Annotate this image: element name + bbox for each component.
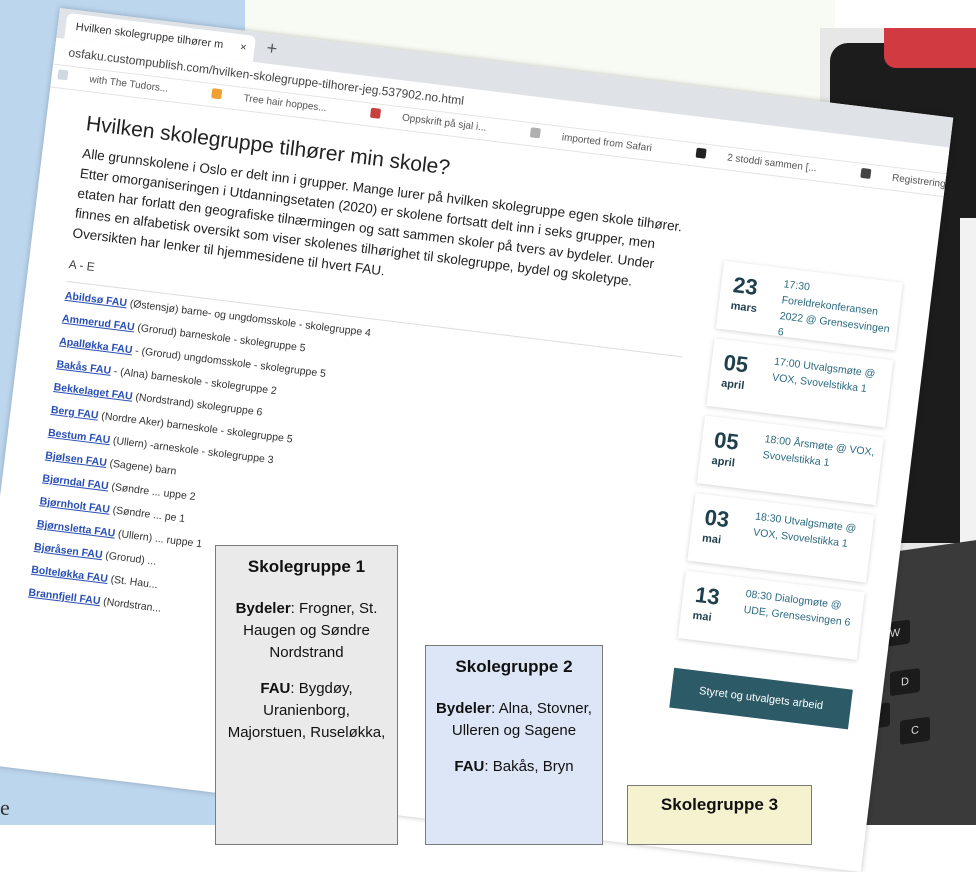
group-fau: FAU: Bakås, Bryn	[454, 758, 574, 775]
school-fau-link[interactable]: Abildsø FAU	[64, 290, 127, 310]
school-fau-link[interactable]: Bolteløkka FAU	[31, 564, 109, 585]
event-day: 03	[703, 504, 731, 533]
bookmark-icon	[529, 127, 541, 139]
event-day: 13	[693, 581, 722, 610]
bookmark-icon	[211, 88, 223, 100]
bookmark-label: 2 stoddi sammen [...	[726, 152, 818, 175]
event-month: mai	[691, 609, 713, 624]
school-fau-link[interactable]: Bestum FAU	[47, 427, 110, 447]
school-fau-link[interactable]: Bakås FAU	[56, 358, 112, 377]
group-bydeler: Bydeler: Frogner, St. Haugen og Søndre N…	[235, 600, 378, 661]
page-content: Hvilken skolegruppe tilhører min skole? …	[0, 87, 944, 730]
school-fau-link[interactable]: Bjøråsen FAU	[33, 541, 103, 561]
group-bydeler: Bydeler: Alna, Stovner, Ulleren og Sagen…	[436, 700, 592, 739]
event-day: 05	[722, 349, 750, 378]
school-fau-link[interactable]: Bjølsen FAU	[45, 450, 108, 469]
school-fau-link[interactable]: Bjørndal FAU	[42, 472, 109, 492]
event-day: 23	[731, 272, 760, 301]
school-fau-link[interactable]: Berg FAU	[50, 404, 99, 422]
bookmark-label: Registrering for n...	[891, 172, 953, 194]
event-text: 17:30 Foreldrekonferansen 2022 @ Grenses…	[777, 278, 891, 339]
school-fau-link[interactable]: Ammerud FAU	[61, 313, 135, 334]
group-title: Skolegruppe 1	[247, 557, 366, 576]
event-month: mars	[729, 300, 758, 316]
school-fau-link[interactable]: Bekkelaget FAU	[53, 381, 133, 403]
event-text: 17:00 Utvalgsmøte @ VOX, Svovelstikka 1	[771, 355, 876, 396]
event-card[interactable]: 05 april 18:00 Årsmøte @ VOX, Svovelstikka…	[696, 415, 884, 506]
group-title: Skolegruppe 3	[660, 795, 779, 814]
school-fau-link[interactable]: Apalløkka FAU	[59, 335, 133, 356]
school-fau-link[interactable]: Bjørnholt FAU	[39, 495, 111, 516]
school-fau-link[interactable]: Bjørnsletta FAU	[36, 518, 116, 540]
skolegruppe-3-box: Skolegruppe 3	[627, 785, 812, 845]
school-details: (Søndre ... uppe 2	[107, 480, 197, 504]
laptop-red-sticker	[884, 28, 976, 68]
bookmark-icon	[57, 69, 69, 81]
key: C	[900, 716, 930, 745]
board-work-button[interactable]: Styret og utvalgets arbeid	[669, 667, 853, 730]
event-month: april	[720, 377, 745, 393]
event-day: 05	[712, 427, 741, 455]
edge-letter: e	[0, 795, 10, 820]
skolegruppe-1-box: Skolegruppe 1 Bydeler: Frogner, St. Haug…	[215, 545, 398, 845]
bookmark-label: with The Tudors...	[88, 74, 169, 95]
school-details: (Sagene) barn	[105, 457, 177, 478]
new-tab-button[interactable]: +	[265, 38, 279, 60]
bookmark-icon	[859, 167, 871, 179]
school-details: (Grorud) ...	[101, 549, 158, 568]
laptop-screen	[960, 218, 976, 548]
event-text: 18:00 Årsmøte @ VOX, Svovelstikka 1	[762, 433, 876, 470]
school-details: (Søndre ... pe 1	[109, 503, 186, 526]
event-card[interactable]: 13 mai 08:30 Dialogmøte @ UDE, Grensesving…	[677, 570, 865, 660]
event-month: mai	[701, 532, 722, 547]
school-details: (Ullern) ... ruppe 1	[114, 527, 203, 551]
skolegruppe-2-box: Skolegruppe 2 Bydeler: Alna, Stovner, Ul…	[425, 645, 603, 845]
bookmark-icon	[695, 147, 707, 159]
group-fau: FAU: Bygdøy, Uranienborg, Majorstuen, Ru…	[227, 680, 386, 741]
school-details: (Nordstrand) skolegruppe 6	[131, 390, 264, 419]
key: D	[890, 668, 920, 697]
school-details: (St. Hau...	[107, 573, 159, 592]
bookmark-icon	[369, 107, 381, 119]
close-icon[interactable]: ×	[239, 34, 249, 61]
bookmark-label: Oppskrift på sjal i...	[401, 112, 488, 134]
event-card[interactable]: 03 mai 18:30 Utvalgsmøte @ VOX, Svovelstik…	[687, 493, 875, 583]
event-text: 18:30 Utvalgsmøte @ VOX, Svovelstikka 1	[752, 510, 857, 550]
event-text: 08:30 Dialogmøte @ UDE, Grensesvingen 6	[743, 587, 852, 629]
event-card[interactable]: 23 mars 17:30 Foreldrekonferansen 2022 @ G…	[715, 260, 903, 351]
school-fau-link[interactable]: Brannfjell FAU	[28, 587, 101, 608]
event-month: april	[710, 454, 736, 470]
event-card[interactable]: 05 april 17:00 Utvalgsmøte @ VOX, Svovelst…	[706, 338, 894, 428]
bookmark-label: Tree hair hoppes...	[242, 93, 328, 115]
group-title: Skolegruppe 2	[455, 657, 573, 676]
school-details: (Nordstran...	[99, 595, 162, 615]
